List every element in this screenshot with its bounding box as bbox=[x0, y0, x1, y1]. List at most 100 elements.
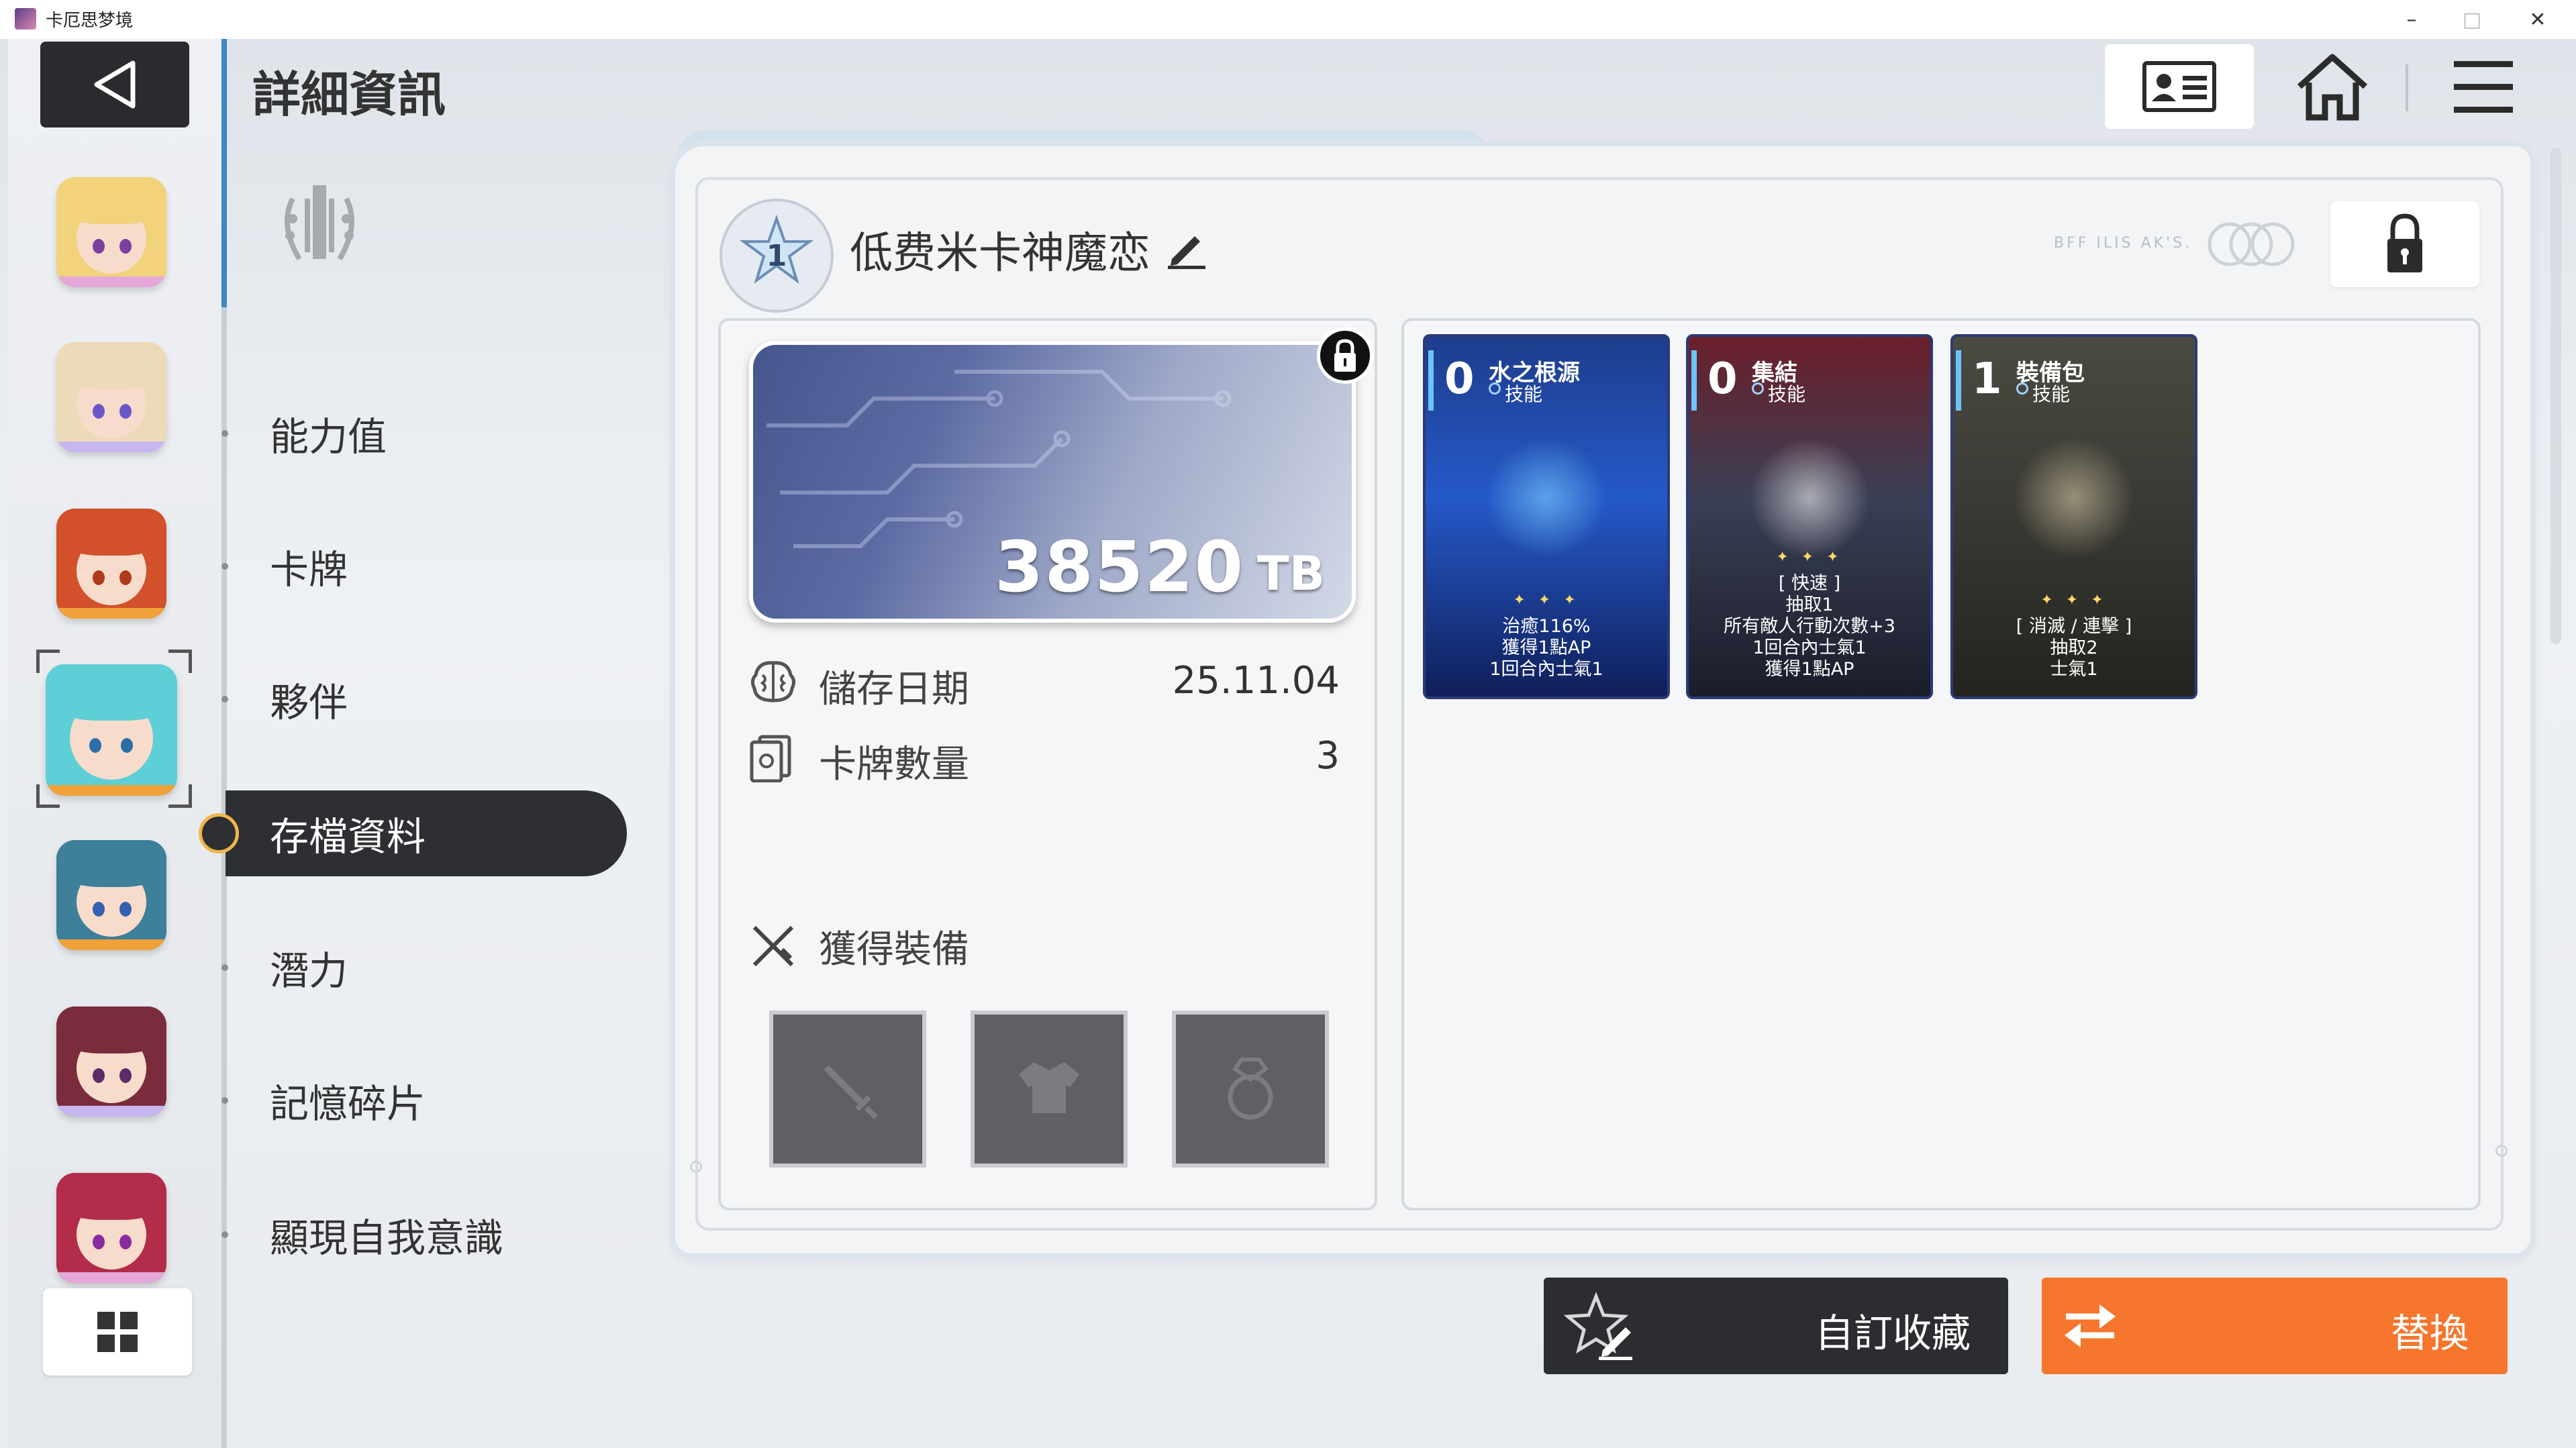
avatar-eye bbox=[93, 239, 105, 254]
active-indicator-icon bbox=[199, 813, 239, 854]
avatar-hair bbox=[56, 1006, 166, 1053]
deck-lock-button[interactable] bbox=[2330, 201, 2479, 287]
ring-slot-icon bbox=[1228, 1057, 1273, 1120]
character-avatar[interactable] bbox=[56, 177, 166, 287]
skill-card[interactable]: 0 集結 技能 ✦ ✦ ✦[ 快速 ] 抽取1 所有敵人行動次數+3 1回合內士氣1 獲得1點… bbox=[1686, 334, 1933, 699]
minimize-button[interactable]: – bbox=[2381, 0, 2442, 39]
save-lock-button[interactable] bbox=[1317, 327, 1373, 384]
card-count-label: 卡牌數量 bbox=[819, 743, 969, 786]
nav-item[interactable]: 能力值 bbox=[221, 391, 628, 476]
nav-item[interactable]: 顯現自我意識 bbox=[221, 1192, 628, 1278]
card-artwork bbox=[1486, 437, 1607, 558]
deck-rank-badge: 1 bbox=[720, 199, 834, 313]
maximize-button[interactable]: □ bbox=[2442, 0, 2502, 39]
character-avatar[interactable] bbox=[56, 509, 166, 619]
avatar-eye bbox=[93, 404, 105, 419]
crossed-swords-icon bbox=[752, 925, 794, 967]
nav-bullet bbox=[221, 430, 228, 437]
save-value-banner: 38520 TB bbox=[749, 341, 1356, 623]
panel-edge-dot bbox=[2495, 1145, 2508, 1157]
character-avatar[interactable] bbox=[56, 342, 166, 452]
avatar-frame-bar bbox=[56, 276, 166, 287]
avatar-eye bbox=[93, 1068, 105, 1083]
swap-label: 替換 bbox=[2390, 1310, 2469, 1356]
home-button[interactable] bbox=[2282, 44, 2383, 129]
avatar-hair bbox=[56, 509, 166, 556]
deck-name: 低费米卡神魔恋 bbox=[850, 229, 1150, 278]
card-type: 技能 bbox=[1768, 383, 1806, 405]
nav-item[interactable]: 記憶碎片 bbox=[221, 1057, 628, 1143]
nav-item-label: 顯現自我意識 bbox=[270, 1215, 504, 1261]
card-description-line: 所有敵人行動次數+3 bbox=[1724, 616, 1895, 637]
rings-icon bbox=[2208, 222, 2295, 266]
card-description-line: 治癒116% bbox=[1502, 616, 1591, 637]
card-stack-icon bbox=[750, 735, 791, 782]
edit-name-button[interactable] bbox=[1165, 227, 1208, 272]
card-description-line: 獲得1點AP bbox=[1765, 659, 1854, 680]
skill-type-icon bbox=[2016, 382, 2028, 395]
card-description-line: 1回合內士氣1 bbox=[1752, 637, 1867, 658]
card-sparkle-divider: ✦ ✦ ✦ bbox=[1776, 549, 1843, 566]
character-avatar[interactable] bbox=[56, 1006, 166, 1117]
character-avatar[interactable] bbox=[56, 1173, 166, 1283]
nav-item-label: 存檔資料 bbox=[270, 814, 426, 860]
card-description-line: [ 消滅 / 連擊 ] bbox=[2016, 616, 2132, 637]
back-button[interactable] bbox=[40, 42, 189, 127]
card-description-line: 抽取1 bbox=[1785, 594, 1834, 615]
nav-item[interactable]: 夥伴 bbox=[221, 656, 628, 742]
weapon-slot[interactable] bbox=[769, 1011, 926, 1168]
card-description-line: 獲得1點AP bbox=[1501, 637, 1591, 658]
card-artwork bbox=[2014, 437, 2134, 558]
nav-item-label: 卡牌 bbox=[270, 547, 348, 592]
avatar-hair bbox=[56, 177, 166, 224]
menu-button[interactable] bbox=[2430, 44, 2537, 129]
pencil-icon bbox=[1168, 236, 1205, 269]
character-avatar[interactable] bbox=[56, 840, 166, 950]
avatar-hair bbox=[56, 840, 166, 887]
nav-bullet bbox=[221, 1231, 228, 1238]
padlock-icon bbox=[2387, 213, 2422, 272]
card-type: 技能 bbox=[2032, 383, 2071, 405]
avatar-eye bbox=[119, 570, 132, 585]
profile-card-icon bbox=[2142, 61, 2216, 112]
avatar-eye bbox=[119, 404, 132, 419]
save-value: 38520 bbox=[995, 526, 1244, 608]
accessory-slot[interactable] bbox=[1172, 1011, 1329, 1168]
padlock-icon bbox=[1334, 339, 1356, 372]
grid-view-button[interactable] bbox=[43, 1288, 192, 1376]
nav-item-label: 記憶碎片 bbox=[270, 1081, 426, 1127]
app-icon bbox=[15, 8, 36, 30]
skill-card[interactable]: 1 裝備包 技能 ✦ ✦ ✦[ 消滅 / 連擊 ] 抽取2 士氣1 bbox=[1950, 334, 2197, 699]
equipment-label: 獲得裝備 bbox=[819, 928, 969, 972]
card-cost: 0 bbox=[1707, 354, 1738, 404]
nav-item-label: 潛力 bbox=[270, 948, 348, 994]
header-divider bbox=[2406, 64, 2408, 111]
nav-item[interactable]: 潛力 bbox=[221, 925, 628, 1011]
avatar-eye bbox=[93, 570, 105, 585]
armor-slot[interactable] bbox=[971, 1011, 1128, 1168]
save-date-row: 儲存日期 25.11.04 bbox=[749, 654, 1340, 711]
avatar-eye bbox=[93, 1235, 105, 1249]
swap-button[interactable]: 替換 bbox=[2042, 1278, 2508, 1374]
card-artwork bbox=[1749, 437, 1870, 558]
strip-divider-accent bbox=[221, 39, 227, 307]
card-description-line: [ 快速 ] bbox=[1778, 573, 1841, 594]
avatar-eye bbox=[119, 902, 132, 917]
avatar-frame-bar bbox=[56, 939, 166, 950]
grid-icon bbox=[97, 1312, 138, 1352]
custom-collection-button[interactable]: 自訂收藏 bbox=[1544, 1278, 2008, 1374]
skill-type-icon bbox=[1752, 382, 1764, 395]
nav-item[interactable]: 卡牌 bbox=[221, 523, 628, 609]
card-sparkle-divider: ✦ ✦ ✦ bbox=[1513, 592, 1580, 609]
save-value-unit: TB bbox=[1256, 546, 1325, 601]
profile-button[interactable] bbox=[2105, 44, 2254, 129]
nav-item-label: 能力值 bbox=[270, 414, 387, 460]
skill-card[interactable]: 0 水之根源 技能 ✦ ✦ ✦ 治癒116% 獲得1點AP 1回合內士氣1 bbox=[1423, 334, 1670, 699]
card-count-row: 卡牌數量 3 bbox=[749, 729, 1340, 786]
nav-bullet bbox=[221, 964, 228, 971]
laurel-emblem-icon bbox=[285, 185, 354, 261]
avatar-hair bbox=[56, 1173, 166, 1220]
custom-collection-label: 自訂收藏 bbox=[1814, 1310, 1971, 1356]
close-button[interactable]: ✕ bbox=[2508, 0, 2568, 39]
nav-item[interactable]: 存檔資料 bbox=[199, 790, 627, 876]
